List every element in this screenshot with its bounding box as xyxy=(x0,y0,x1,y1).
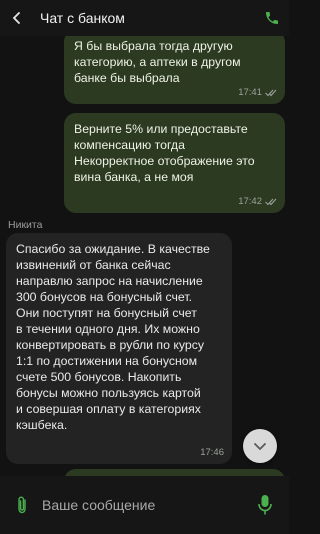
message-text: Я бы выбрала тогда другую категорию, а а… xyxy=(74,39,241,85)
message-time: 17:46 xyxy=(200,447,224,458)
message-composer: Ваше сообщение xyxy=(0,476,289,534)
message-text: Верните 5% или предоставьте компенсацию … xyxy=(74,122,255,184)
message-text: Спасибо за ожидание. В качестве извинени… xyxy=(16,242,210,432)
double-check-icon xyxy=(265,89,277,97)
message-meta: 17:42 xyxy=(238,194,277,210)
message-list[interactable]: Я бы выбрала тогда другую категорию, а а… xyxy=(0,36,289,476)
back-button[interactable] xyxy=(0,11,34,25)
chat-header: Чат с банком xyxy=(0,0,289,36)
sender-name: Никита xyxy=(8,219,43,231)
message-input[interactable]: Ваше сообщение xyxy=(40,497,247,513)
scroll-to-bottom-button[interactable] xyxy=(243,429,277,463)
microphone-button[interactable] xyxy=(247,494,283,516)
message-time: 17:41 xyxy=(238,87,262,98)
message-meta: 17:46 xyxy=(200,445,224,461)
double-check-icon xyxy=(265,198,277,206)
chevron-down-icon xyxy=(254,443,266,451)
phone-icon xyxy=(266,12,278,24)
message-time: 17:42 xyxy=(238,196,262,207)
message-bubble-outgoing[interactable]: Верните 5% или предоставьте компенсацию … xyxy=(64,113,285,213)
attach-button[interactable] xyxy=(4,495,40,515)
message-bubble-outgoing[interactable] xyxy=(64,469,285,476)
microphone-icon xyxy=(258,495,272,515)
message-bubble-outgoing[interactable]: Я бы выбрала тогда другую категорию, а а… xyxy=(64,36,285,104)
call-button[interactable] xyxy=(255,10,289,26)
message-meta: 17:41 xyxy=(238,85,277,101)
paperclip-icon xyxy=(18,496,26,514)
message-bubble-incoming[interactable]: Спасибо за ожидание. В качестве извинени… xyxy=(6,233,232,464)
chat-title: Чат с банком xyxy=(40,10,125,26)
chevron-left-icon xyxy=(12,12,20,24)
